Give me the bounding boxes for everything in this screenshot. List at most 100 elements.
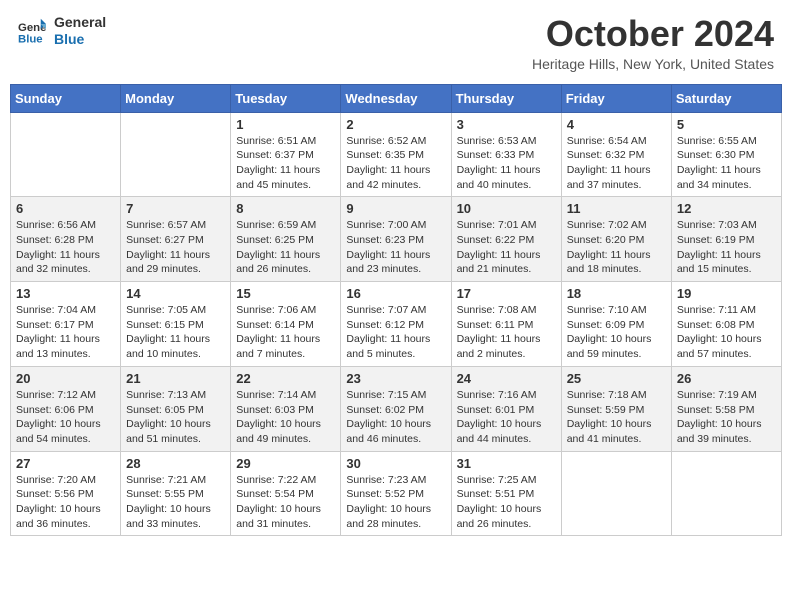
day-number: 6	[16, 201, 115, 216]
day-number: 26	[677, 371, 776, 386]
day-info: Sunrise: 7:08 AMSunset: 6:11 PMDaylight:…	[457, 303, 556, 362]
day-info: Sunrise: 7:15 AMSunset: 6:02 PMDaylight:…	[346, 388, 445, 447]
day-header-monday: Monday	[121, 84, 231, 112]
day-info: Sunrise: 7:04 AMSunset: 6:17 PMDaylight:…	[16, 303, 115, 362]
day-info: Sunrise: 7:07 AMSunset: 6:12 PMDaylight:…	[346, 303, 445, 362]
day-info: Sunrise: 7:22 AMSunset: 5:54 PMDaylight:…	[236, 473, 335, 532]
day-info: Sunrise: 6:54 AMSunset: 6:32 PMDaylight:…	[567, 134, 666, 193]
day-header-wednesday: Wednesday	[341, 84, 451, 112]
calendar-cell: 15 Sunrise: 7:06 AMSunset: 6:14 PMDayligh…	[231, 282, 341, 367]
day-number: 27	[16, 456, 115, 471]
calendar-cell: 1Sunrise: 6:51 AMSunset: 6:37 PMDaylight…	[231, 112, 341, 197]
calendar-cell: 2 Sunrise: 6:52 AMSunset: 6:35 PMDaylight…	[341, 112, 451, 197]
calendar-body: 1Sunrise: 6:51 AMSunset: 6:37 PMDaylight…	[11, 112, 782, 536]
day-number: 8	[236, 201, 335, 216]
day-number: 17	[457, 286, 556, 301]
day-header-friday: Friday	[561, 84, 671, 112]
day-number: 11	[567, 201, 666, 216]
day-info: Sunrise: 6:57 AMSunset: 6:27 PMDaylight:…	[126, 218, 225, 277]
day-info: Sunrise: 7:18 AMSunset: 5:59 PMDaylight:…	[567, 388, 666, 447]
calendar-cell: 28 Sunrise: 7:21 AMSunset: 5:55 PMDayligh…	[121, 451, 231, 536]
calendar-cell	[11, 112, 121, 197]
day-info: Sunrise: 7:19 AMSunset: 5:58 PMDaylight:…	[677, 388, 776, 447]
calendar-week-row: 13 Sunrise: 7:04 AMSunset: 6:17 PMDayligh…	[11, 282, 782, 367]
day-number: 12	[677, 201, 776, 216]
day-number: 7	[126, 201, 225, 216]
calendar-cell: 19 Sunrise: 7:11 AMSunset: 6:08 PMDayligh…	[671, 282, 781, 367]
day-number: 21	[126, 371, 225, 386]
title-block: October 2024 Heritage Hills, New York, U…	[532, 14, 774, 72]
day-header-thursday: Thursday	[451, 84, 561, 112]
location: Heritage Hills, New York, United States	[532, 56, 774, 72]
day-number: 31	[457, 456, 556, 471]
day-info: Sunrise: 7:02 AMSunset: 6:20 PMDaylight:…	[567, 218, 666, 277]
calendar-cell: 11 Sunrise: 7:02 AMSunset: 6:20 PMDayligh…	[561, 197, 671, 282]
calendar-cell: 27 Sunrise: 7:20 AMSunset: 5:56 PMDayligh…	[11, 451, 121, 536]
calendar-cell: 30 Sunrise: 7:23 AMSunset: 5:52 PMDayligh…	[341, 451, 451, 536]
day-number: 16	[346, 286, 445, 301]
calendar-week-row: 6Sunrise: 6:56 AMSunset: 6:28 PMDaylight…	[11, 197, 782, 282]
calendar-cell: 16 Sunrise: 7:07 AMSunset: 6:12 PMDayligh…	[341, 282, 451, 367]
day-number: 29	[236, 456, 335, 471]
day-number: 2	[346, 117, 445, 132]
calendar-cell: 20 Sunrise: 7:12 AMSunset: 6:06 PMDayligh…	[11, 366, 121, 451]
day-info: Sunrise: 7:13 AMSunset: 6:05 PMDaylight:…	[126, 388, 225, 447]
day-info: Sunrise: 7:23 AMSunset: 5:52 PMDaylight:…	[346, 473, 445, 532]
svg-text:Blue: Blue	[18, 33, 43, 45]
day-number: 9	[346, 201, 445, 216]
calendar-cell: 10 Sunrise: 7:01 AMSunset: 6:22 PMDayligh…	[451, 197, 561, 282]
day-number: 30	[346, 456, 445, 471]
day-info: Sunrise: 7:06 AMSunset: 6:14 PMDaylight:…	[236, 303, 335, 362]
calendar-cell: 12 Sunrise: 7:03 AMSunset: 6:19 PMDayligh…	[671, 197, 781, 282]
calendar-cell: 4 Sunrise: 6:54 AMSunset: 6:32 PMDaylight…	[561, 112, 671, 197]
day-number: 5	[677, 117, 776, 132]
calendar-cell: 23Sunrise: 7:15 AMSunset: 6:02 PMDayligh…	[341, 366, 451, 451]
calendar-cell: 7 Sunrise: 6:57 AMSunset: 6:27 PMDaylight…	[121, 197, 231, 282]
day-number: 19	[677, 286, 776, 301]
day-number: 15	[236, 286, 335, 301]
calendar-cell: 26 Sunrise: 7:19 AMSunset: 5:58 PMDayligh…	[671, 366, 781, 451]
day-number: 3	[457, 117, 556, 132]
day-info: Sunrise: 7:20 AMSunset: 5:56 PMDaylight:…	[16, 473, 115, 532]
calendar-cell: 21 Sunrise: 7:13 AMSunset: 6:05 PMDayligh…	[121, 366, 231, 451]
month-title: October 2024	[532, 14, 774, 54]
day-number: 10	[457, 201, 556, 216]
logo-line1: General	[54, 14, 106, 31]
day-number: 20	[16, 371, 115, 386]
calendar-cell: 24 Sunrise: 7:16 AMSunset: 6:01 PMDayligh…	[451, 366, 561, 451]
day-info: Sunrise: 7:03 AMSunset: 6:19 PMDaylight:…	[677, 218, 776, 277]
calendar-cell: 6Sunrise: 6:56 AMSunset: 6:28 PMDaylight…	[11, 197, 121, 282]
calendar-cell: 5 Sunrise: 6:55 AMSunset: 6:30 PMDaylight…	[671, 112, 781, 197]
page-header: General Blue General Blue October 2024 H…	[10, 10, 782, 76]
calendar-week-row: 1Sunrise: 6:51 AMSunset: 6:37 PMDaylight…	[11, 112, 782, 197]
day-info: Sunrise: 6:59 AMSunset: 6:25 PMDaylight:…	[236, 218, 335, 277]
day-number: 13	[16, 286, 115, 301]
calendar-cell: 31Sunrise: 7:25 AMSunset: 5:51 PMDayligh…	[451, 451, 561, 536]
day-header-tuesday: Tuesday	[231, 84, 341, 112]
day-info: Sunrise: 6:55 AMSunset: 6:30 PMDaylight:…	[677, 134, 776, 193]
day-number: 28	[126, 456, 225, 471]
calendar-cell: 17 Sunrise: 7:08 AMSunset: 6:11 PMDayligh…	[451, 282, 561, 367]
logo-icon: General Blue	[18, 17, 46, 45]
calendar-week-row: 20 Sunrise: 7:12 AMSunset: 6:06 PMDayligh…	[11, 366, 782, 451]
calendar-cell	[121, 112, 231, 197]
calendar-week-row: 27 Sunrise: 7:20 AMSunset: 5:56 PMDayligh…	[11, 451, 782, 536]
day-info: Sunrise: 7:16 AMSunset: 6:01 PMDaylight:…	[457, 388, 556, 447]
day-info: Sunrise: 6:53 AMSunset: 6:33 PMDaylight:…	[457, 134, 556, 193]
day-number: 25	[567, 371, 666, 386]
day-info: Sunrise: 7:11 AMSunset: 6:08 PMDaylight:…	[677, 303, 776, 362]
day-info: Sunrise: 7:00 AMSunset: 6:23 PMDaylight:…	[346, 218, 445, 277]
day-info: Sunrise: 6:52 AMSunset: 6:35 PMDaylight:…	[346, 134, 445, 193]
calendar-table: SundayMondayTuesdayWednesdayThursdayFrid…	[10, 84, 782, 537]
calendar-cell: 9 Sunrise: 7:00 AMSunset: 6:23 PMDaylight…	[341, 197, 451, 282]
day-number: 22	[236, 371, 335, 386]
day-info: Sunrise: 7:01 AMSunset: 6:22 PMDaylight:…	[457, 218, 556, 277]
logo-line2: Blue	[54, 31, 106, 48]
day-number: 4	[567, 117, 666, 132]
day-info: Sunrise: 7:21 AMSunset: 5:55 PMDaylight:…	[126, 473, 225, 532]
day-info: Sunrise: 7:10 AMSunset: 6:09 PMDaylight:…	[567, 303, 666, 362]
day-number: 24	[457, 371, 556, 386]
day-number: 18	[567, 286, 666, 301]
day-info: Sunrise: 7:12 AMSunset: 6:06 PMDaylight:…	[16, 388, 115, 447]
calendar-cell: 8 Sunrise: 6:59 AMSunset: 6:25 PMDaylight…	[231, 197, 341, 282]
